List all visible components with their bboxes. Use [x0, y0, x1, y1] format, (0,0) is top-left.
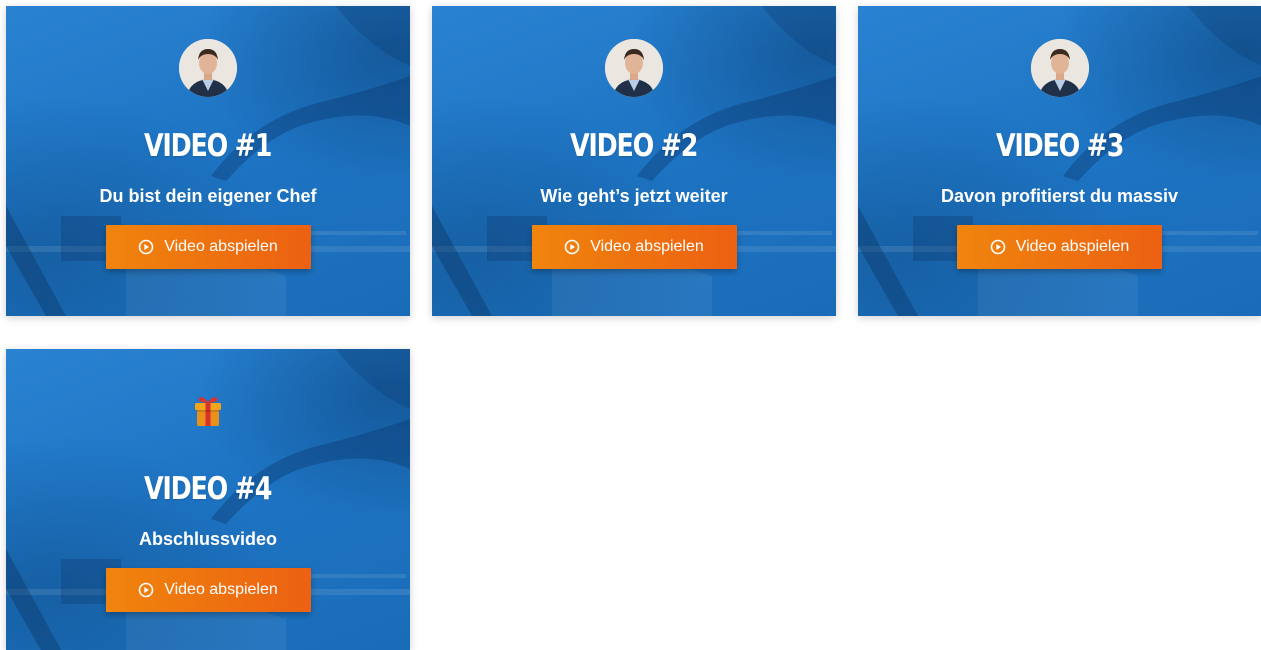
video-title: VIDEO #1 — [144, 128, 272, 164]
play-video-label: Video abspielen — [590, 238, 704, 255]
video-card-3: VIDEO #3 Davon profitierst du massiv Vid… — [858, 6, 1261, 316]
video-title: VIDEO #2 — [570, 128, 698, 164]
video-grid: VIDEO #1 Du bist dein eigener Chef Video… — [0, 0, 1261, 650]
avatar-icon — [179, 39, 237, 97]
play-video-button[interactable]: Video abspielen — [957, 225, 1162, 269]
video-subtitle: Abschlussvideo — [138, 529, 278, 549]
video-subtitle: Davon profitierst du massiv — [940, 186, 1179, 206]
video-card-4: VIDEO #4 Abschlussvideo Video abspielen — [6, 349, 410, 650]
play-circle-icon — [990, 239, 1006, 255]
avatar-icon — [605, 39, 663, 97]
video-subtitle: Wie geht’s jetzt weiter — [540, 186, 728, 206]
play-circle-icon — [138, 239, 154, 255]
video-title: VIDEO #3 — [995, 128, 1124, 164]
play-circle-icon — [138, 582, 154, 598]
play-video-button[interactable]: Video abspielen — [105, 568, 311, 612]
play-circle-icon — [564, 239, 580, 255]
play-video-label: Video abspielen — [1015, 238, 1130, 255]
play-video-button[interactable]: Video abspielen — [531, 225, 737, 269]
video-card-2: VIDEO #2 Wie geht’s jetzt weiter Video a… — [432, 6, 836, 316]
video-subtitle: Du bist dein eigener Chef — [99, 186, 317, 206]
gift-icon — [179, 382, 237, 440]
play-video-label: Video abspielen — [164, 581, 278, 598]
avatar-icon — [1030, 39, 1089, 97]
video-title: VIDEO #4 — [144, 471, 272, 507]
play-video-button[interactable]: Video abspielen — [105, 225, 311, 269]
video-card-1: VIDEO #1 Du bist dein eigener Chef Video… — [6, 6, 410, 316]
play-video-label: Video abspielen — [164, 238, 278, 255]
